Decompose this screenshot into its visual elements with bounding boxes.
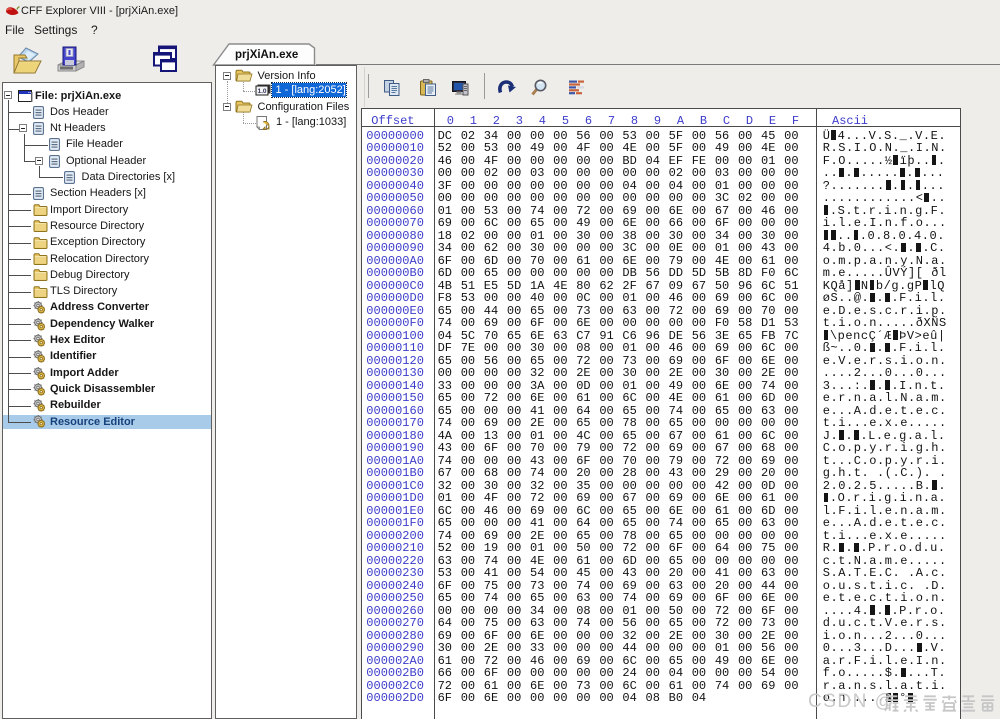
- svg-text:1.0: 1.0: [257, 88, 266, 95]
